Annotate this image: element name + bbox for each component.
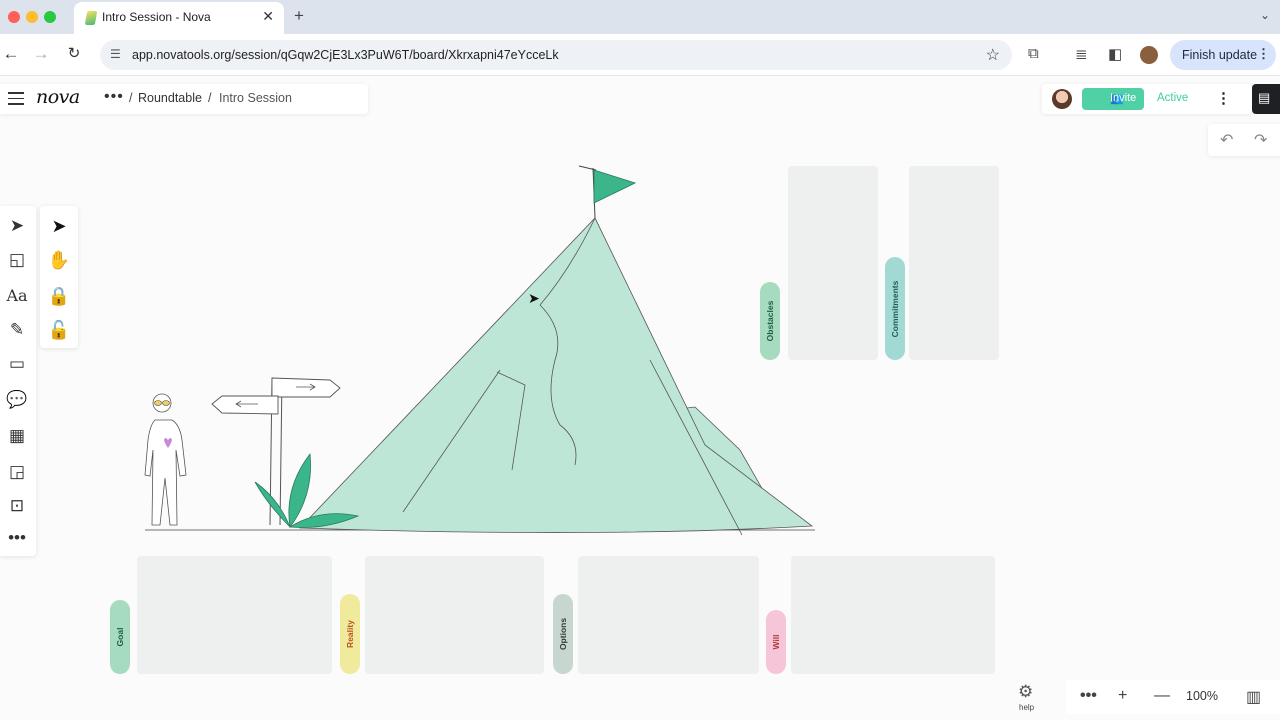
select-tool-icon[interactable]: ➤ [5,214,29,238]
hand-pan-icon[interactable]: ✋ [47,248,71,272]
finish-update-button[interactable]: Finish update ⋮ [1170,40,1276,70]
reality-frame[interactable] [365,556,544,674]
select-mode-toolbar: ➤ ✋ 🔒 🔓 [40,206,78,348]
url-text: app.novatools.org/session/qGqw2CjE3Lx3Pu… [132,48,559,62]
more-view-options-icon[interactable]: ••• [1080,687,1097,705]
new-tab-icon[interactable]: + [294,6,304,26]
tab-search-chevron-icon[interactable]: ⌄ [1260,8,1270,22]
text-tool-icon[interactable]: Aa [5,284,29,308]
window-close-button[interactable] [8,11,20,23]
finish-update-label: Finish update [1182,48,1258,62]
reality-label-pill[interactable]: Reality [340,594,360,674]
breadcrumb-separator: / [208,91,212,105]
side-panel-icon[interactable]: ◧ [1108,45,1122,63]
comment-tool-icon[interactable]: 💬 [5,388,29,412]
invite-label: Invite [1110,92,1137,104]
more-menu-icon[interactable]: ⋮ [1216,89,1231,107]
table-tool-icon[interactable]: ▦ [5,424,29,448]
reality-label: Reality [345,620,355,648]
lock-icon[interactable]: 🔒 [47,284,71,308]
goal-label: Goal [115,627,125,647]
forward-icon[interactable]: → [30,44,52,64]
back-icon[interactable]: ← [0,44,22,64]
help-lifebuoy-icon: ⚙ [1018,682,1034,701]
tab-title: Intro Session - Nova [102,10,211,24]
help-label: help [1019,703,1035,712]
zoom-out-icon[interactable]: — [1154,687,1170,705]
panel-icon: ▤ [1258,90,1271,105]
breadcrumb-current[interactable]: Intro Session [219,91,292,105]
breadcrumb-separator: / [129,91,133,105]
help-button[interactable]: ⚙ help [1010,680,1044,716]
options-frame[interactable] [578,556,759,674]
obstacles-label: Obstacles [765,300,775,342]
media-controls-icon[interactable]: ≣ [1075,45,1088,63]
shapes-tool-icon[interactable]: ◲ [5,460,29,484]
goal-label-pill[interactable]: Goal [110,600,130,674]
panel-toggle-button[interactable]: ▤ [1252,84,1280,114]
zoom-level[interactable]: 100% [1186,689,1218,703]
zoom-controls: ••• + — 100% ▥ [1066,680,1280,714]
more-tools-icon[interactable]: ••• [5,526,29,550]
will-frame[interactable] [791,556,995,674]
more-options-icon[interactable]: ••• [104,88,124,106]
commitments-frame[interactable] [909,166,999,360]
browser-tab-bar: Intro Session - Nova ✕ + ⌄ [0,0,1280,34]
goal-frame[interactable] [137,556,332,674]
favicon-icon [84,11,98,25]
zoom-in-icon[interactable]: + [1118,687,1127,705]
commitments-label: Commitments [890,280,900,337]
minimap-icon[interactable]: ▥ [1246,687,1261,707]
presentation-tool-icon[interactable]: ⊡ [5,494,29,518]
undo-icon[interactable]: ↶ [1220,130,1233,150]
commitments-label-pill[interactable]: Commitments [885,257,905,360]
chrome-menu-icon[interactable]: ⋮ [1257,46,1270,62]
url-field[interactable]: ☰ app.novatools.org/session/qGqw2CjE3Lx3… [100,40,1012,70]
window-minimize-button[interactable] [26,11,38,23]
tools-toolbar: ➤ ◱ Aa ✎ ▭ 💬 ▦ ◲ ⊡ ••• [0,206,36,556]
obstacles-label-pill[interactable]: Obstacles [760,282,780,360]
pointer-icon[interactable]: ➤ [47,214,71,238]
image-tool-icon[interactable]: ▭ [5,352,29,376]
options-label-pill[interactable]: Options [553,594,573,674]
app-logo[interactable]: nova [36,86,80,108]
mouse-cursor-icon: ➤ [528,290,540,306]
collab-bar: 👥 Invite Active ⋮ [1042,84,1252,114]
site-settings-icon[interactable]: ☰ [110,47,121,61]
browser-tab[interactable]: Intro Session - Nova ✕ [74,2,284,34]
status-label[interactable]: Active [1157,92,1188,104]
window-maximize-button[interactable] [44,11,56,23]
invite-button[interactable]: 👥 Invite [1082,88,1144,110]
will-label-pill[interactable]: Will [766,610,786,674]
will-label: Will [771,634,781,650]
user-avatar[interactable] [1052,89,1072,109]
profile-avatar[interactable] [1140,46,1158,64]
tab-close-icon[interactable]: ✕ [262,8,274,25]
redo-icon[interactable]: ↷ [1254,130,1267,150]
options-label: Options [558,617,568,651]
breadcrumb-parent[interactable]: Roundtable [138,91,202,105]
hamburger-menu-icon[interactable] [8,92,24,106]
address-bar-row: ← → ↻ ☰ app.novatools.org/session/qGqw2C… [0,34,1280,76]
app-header: nova ••• / Roundtable / Intro Session [0,84,368,114]
sticky-note-icon[interactable]: ◱ [5,248,29,272]
pen-tool-icon[interactable]: ✎ [5,318,29,342]
unlock-icon[interactable]: 🔓 [47,318,71,342]
extensions-icon[interactable]: ⧉ [1028,45,1039,62]
reload-icon[interactable]: ↻ [63,44,85,62]
undo-redo-bar: ↶ ↷ [1208,124,1280,156]
bookmark-star-icon[interactable]: ☆ [986,45,1000,65]
obstacles-frame[interactable] [788,166,878,360]
